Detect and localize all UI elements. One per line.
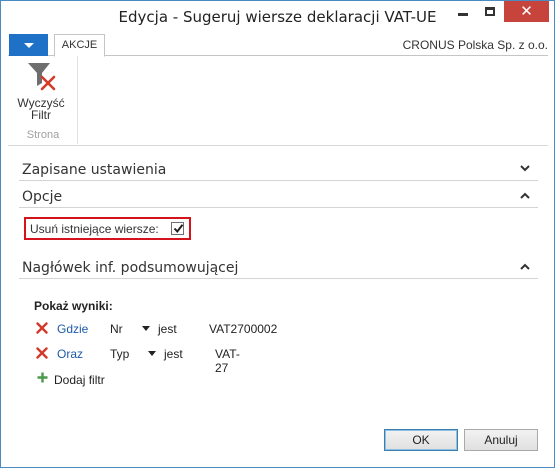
maximize-button[interactable] — [477, 1, 503, 22]
fasttab-saved-settings[interactable]: Zapisane ustawienia — [19, 158, 538, 181]
fasttab-saved-settings-title: Zapisane ustawienia — [22, 162, 167, 178]
filters-title: Pokaż wyniki: — [34, 299, 113, 313]
remove-filter-icon[interactable] — [36, 347, 48, 359]
dropdown-arrow-icon[interactable] — [142, 326, 150, 331]
filter-connector[interactable]: Oraz — [57, 347, 83, 361]
remove-filter-icon[interactable] — [36, 322, 48, 334]
chevron-up-icon[interactable] — [520, 192, 530, 199]
fasttab-summary-header-title: Nagłówek inf. podsumowującej — [22, 260, 239, 276]
plus-icon — [37, 372, 48, 383]
clear-filter-icon — [28, 63, 56, 91]
fasttab-summary-header[interactable]: Nagłówek inf. podsumowującej — [19, 256, 538, 279]
filter-value[interactable]: VAT-27 — [215, 347, 240, 375]
filter-field[interactable]: Typ — [110, 347, 129, 361]
title-bar: Edycja - Sugeruj wiersze deklaracji VAT-… — [1, 1, 554, 32]
delete-existing-option: Usuń istniejące wiersze: — [24, 217, 191, 240]
ribbon-tab-row: AKCJE CRONUS Polska Sp. z o.o. — [8, 33, 548, 57]
checkmark-icon — [173, 224, 184, 234]
chevron-down-icon — [23, 42, 34, 48]
ok-button[interactable]: OK — [384, 429, 458, 451]
fasttab-options[interactable]: Opcje — [19, 185, 538, 208]
fasttab-options-title: Opcje — [22, 189, 63, 205]
clear-filter-button[interactable]: Wyczyść Filtr — [12, 59, 70, 125]
ribbon-group-label: Strona — [26, 129, 60, 141]
chevron-down-icon[interactable] — [520, 165, 530, 172]
clear-filter-label-2: Filtr — [31, 108, 51, 122]
filter-connector[interactable]: Gdzie — [57, 322, 88, 336]
filter-field[interactable]: Nr — [110, 322, 123, 336]
delete-existing-label: Usuń istniejące wiersze: — [30, 222, 159, 236]
filter-value[interactable]: VAT2700002 — [209, 322, 277, 336]
dialog-window: Edycja - Sugeruj wiersze deklaracji VAT-… — [0, 0, 555, 468]
filter-operator: jest — [158, 322, 177, 336]
minimize-icon — [458, 13, 468, 16]
ribbon: Wyczyść Filtr Strona — [8, 56, 548, 146]
cancel-button[interactable]: Anuluj — [464, 429, 538, 451]
company-name: CRONUS Polska Sp. z o.o. — [402, 38, 548, 52]
application-menu-button[interactable] — [9, 34, 48, 56]
dropdown-arrow-icon[interactable] — [148, 351, 156, 356]
maximize-icon — [485, 7, 495, 16]
close-icon: ✕ — [520, 2, 533, 20]
ribbon-group-page: Wyczyść Filtr Strona — [8, 56, 78, 144]
chevron-up-icon[interactable] — [520, 263, 530, 270]
delete-existing-checkbox[interactable] — [171, 222, 184, 235]
add-filter-label: Dodaj filtr — [54, 373, 105, 387]
minimize-button[interactable] — [450, 1, 476, 22]
close-button[interactable]: ✕ — [504, 1, 549, 22]
filter-operator: jest — [164, 347, 183, 361]
tab-actions[interactable]: AKCJE — [54, 34, 105, 57]
